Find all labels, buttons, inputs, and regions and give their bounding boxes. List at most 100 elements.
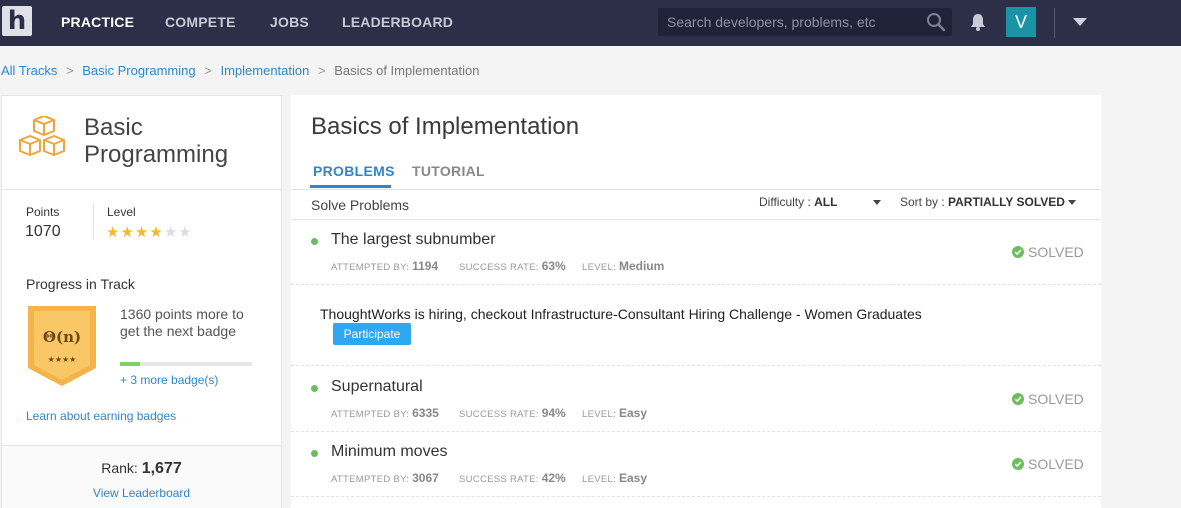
rank-value: 1,677 (141, 460, 182, 477)
level-stars: ★★★★★★ (106, 223, 193, 241)
star-filled-icon: ★ (149, 224, 164, 241)
success-rate: SUCCESS RATE: 42% (459, 471, 566, 485)
level-label: LEVEL: (582, 262, 617, 273)
success-value: 42% (541, 471, 566, 485)
badge-progress-fill (120, 362, 140, 366)
difficulty-level: LEVEL: Easy (582, 406, 647, 420)
solved-label: SOLVED (1028, 456, 1084, 472)
divider (2, 189, 281, 190)
points-value: 1070 (25, 223, 61, 240)
progress-title: Progress in Track (26, 276, 135, 292)
solve-problems-label: Solve Problems (311, 197, 410, 213)
success-rate: SUCCESS RATE: 63% (459, 259, 566, 273)
more-badges-link[interactable]: + 3 more badge(s) (120, 373, 218, 387)
success-value: 63% (541, 259, 566, 273)
attempted-label: ATTEMPTED BY: (331, 409, 410, 420)
badge-symbol: Θ(n) (43, 328, 81, 346)
difficulty-chevron-down-icon[interactable] (873, 200, 881, 205)
status-dot (311, 238, 318, 245)
cubes-icon (19, 116, 65, 156)
divider (291, 189, 1101, 190)
solved-status: SOLVED (1012, 391, 1084, 407)
difficulty-value: ALL (814, 195, 838, 209)
user-avatar[interactable]: V (1006, 7, 1036, 37)
problem-title[interactable]: Minimum moves (331, 443, 447, 461)
attempted-by: ATTEMPTED BY: 3067 (331, 471, 439, 485)
hackerearth-logo-icon[interactable]: h (2, 6, 32, 36)
tab-problems[interactable]: PROBLEMS (313, 163, 395, 179)
level-label: LEVEL: (582, 409, 617, 420)
solved-label: SOLVED (1028, 391, 1084, 407)
view-leaderboard-link[interactable]: View Leaderboard (2, 486, 281, 500)
star-empty-icon: ★ (178, 224, 193, 241)
learn-badges-link[interactable]: Learn about earning badges (26, 409, 176, 423)
divider (291, 284, 1101, 285)
bell-icon[interactable] (969, 12, 987, 32)
level-value: Easy (618, 406, 647, 420)
sort-chevron-down-icon[interactable] (1068, 200, 1077, 206)
rank-text: Rank: 1,677 (2, 460, 281, 478)
tab-tutorial[interactable]: TUTORIAL (412, 163, 485, 179)
promo-text: ThoughtWorks is hiring, checkout Infrast… (320, 306, 922, 322)
nav-jobs[interactable]: JOBS (270, 14, 309, 30)
difficulty-label: Difficulty : (759, 195, 811, 209)
level-value: Medium (618, 259, 665, 273)
main-content: Basics of Implementation PROBLEMS TUTORI… (291, 95, 1101, 508)
sort-by-filter[interactable]: Sort by : PARTIALLY SOLVED (900, 195, 1077, 209)
attempted-value: 3067 (412, 471, 439, 485)
badge-progress-message: 1360 points more to get the next badge (120, 306, 244, 339)
attempted-label: ATTEMPTED BY: (331, 262, 410, 273)
attempted-value: 6335 (412, 406, 439, 420)
problem-title[interactable]: Supernatural (331, 378, 423, 396)
badge-stars: ★★★★ (48, 355, 77, 364)
attempted-label: ATTEMPTED BY: (331, 474, 410, 485)
breadcrumb-separator: > (204, 63, 212, 78)
search-input[interactable] (658, 8, 918, 36)
solved-status: SOLVED (1012, 244, 1084, 260)
divider (93, 204, 94, 240)
solved-status: SOLVED (1012, 456, 1084, 472)
success-label: SUCCESS RATE: (459, 474, 539, 485)
star-empty-icon: ★ (163, 224, 179, 241)
participate-button[interactable]: Participate (333, 323, 411, 345)
track-sidebar: Basic Programming Points 1070 Level ★★★★… (1, 95, 282, 508)
divider (291, 365, 1101, 366)
success-label: SUCCESS RATE: (459, 409, 539, 420)
check-circle-icon (1012, 246, 1024, 258)
difficulty-level: LEVEL: Easy (582, 471, 647, 485)
rank-label: Rank: (101, 460, 138, 476)
search-box (658, 8, 952, 36)
difficulty-filter[interactable]: Difficulty : ALL (759, 195, 837, 209)
breadcrumb-current: Basics of Implementation (334, 63, 480, 78)
account-menu-chevron-down-icon[interactable] (1073, 18, 1087, 26)
level-label: Level (107, 205, 136, 219)
star-filled-icon: ★ (106, 224, 121, 241)
level-value: Easy (618, 471, 647, 485)
divider (291, 431, 1101, 432)
nav-compete[interactable]: COMPETE (165, 14, 236, 30)
nav-practice[interactable]: PRACTICE (61, 14, 134, 30)
nav-leaderboard[interactable]: LEADERBOARD (342, 14, 453, 30)
track-title: Basic Programming (84, 114, 229, 168)
star-filled-icon: ★ (134, 224, 150, 241)
breadcrumb-implementation[interactable]: Implementation (220, 63, 309, 78)
breadcrumb-basic-programming[interactable]: Basic Programming (82, 63, 195, 78)
problem-title[interactable]: The largest subnumber (331, 231, 496, 249)
breadcrumb-separator: > (65, 63, 74, 78)
points-label: Points (26, 205, 60, 219)
status-dot (311, 385, 318, 392)
top-navbar: h PRACTICE COMPETE JOBS LEADERBOARD V (0, 0, 1181, 46)
difficulty-level: LEVEL: Medium (582, 259, 664, 273)
breadcrumb: All Tracks > Basic Programming > Impleme… (1, 63, 479, 78)
solved-label: SOLVED (1028, 244, 1084, 260)
search-icon[interactable] (926, 12, 946, 32)
sort-label: Sort by : (900, 195, 945, 209)
breadcrumb-all-tracks[interactable]: All Tracks (1, 63, 57, 78)
badge-shield-icon: Θ(n) ★★★★ (28, 306, 96, 386)
active-tab-indicator (310, 185, 391, 188)
divider (291, 219, 1101, 220)
star-filled-icon: ★ (120, 224, 135, 241)
attempted-by: ATTEMPTED BY: 6335 (331, 406, 439, 420)
sort-value: PARTIALLY SOLVED (948, 195, 1065, 209)
badge-progress-bar (120, 362, 252, 366)
